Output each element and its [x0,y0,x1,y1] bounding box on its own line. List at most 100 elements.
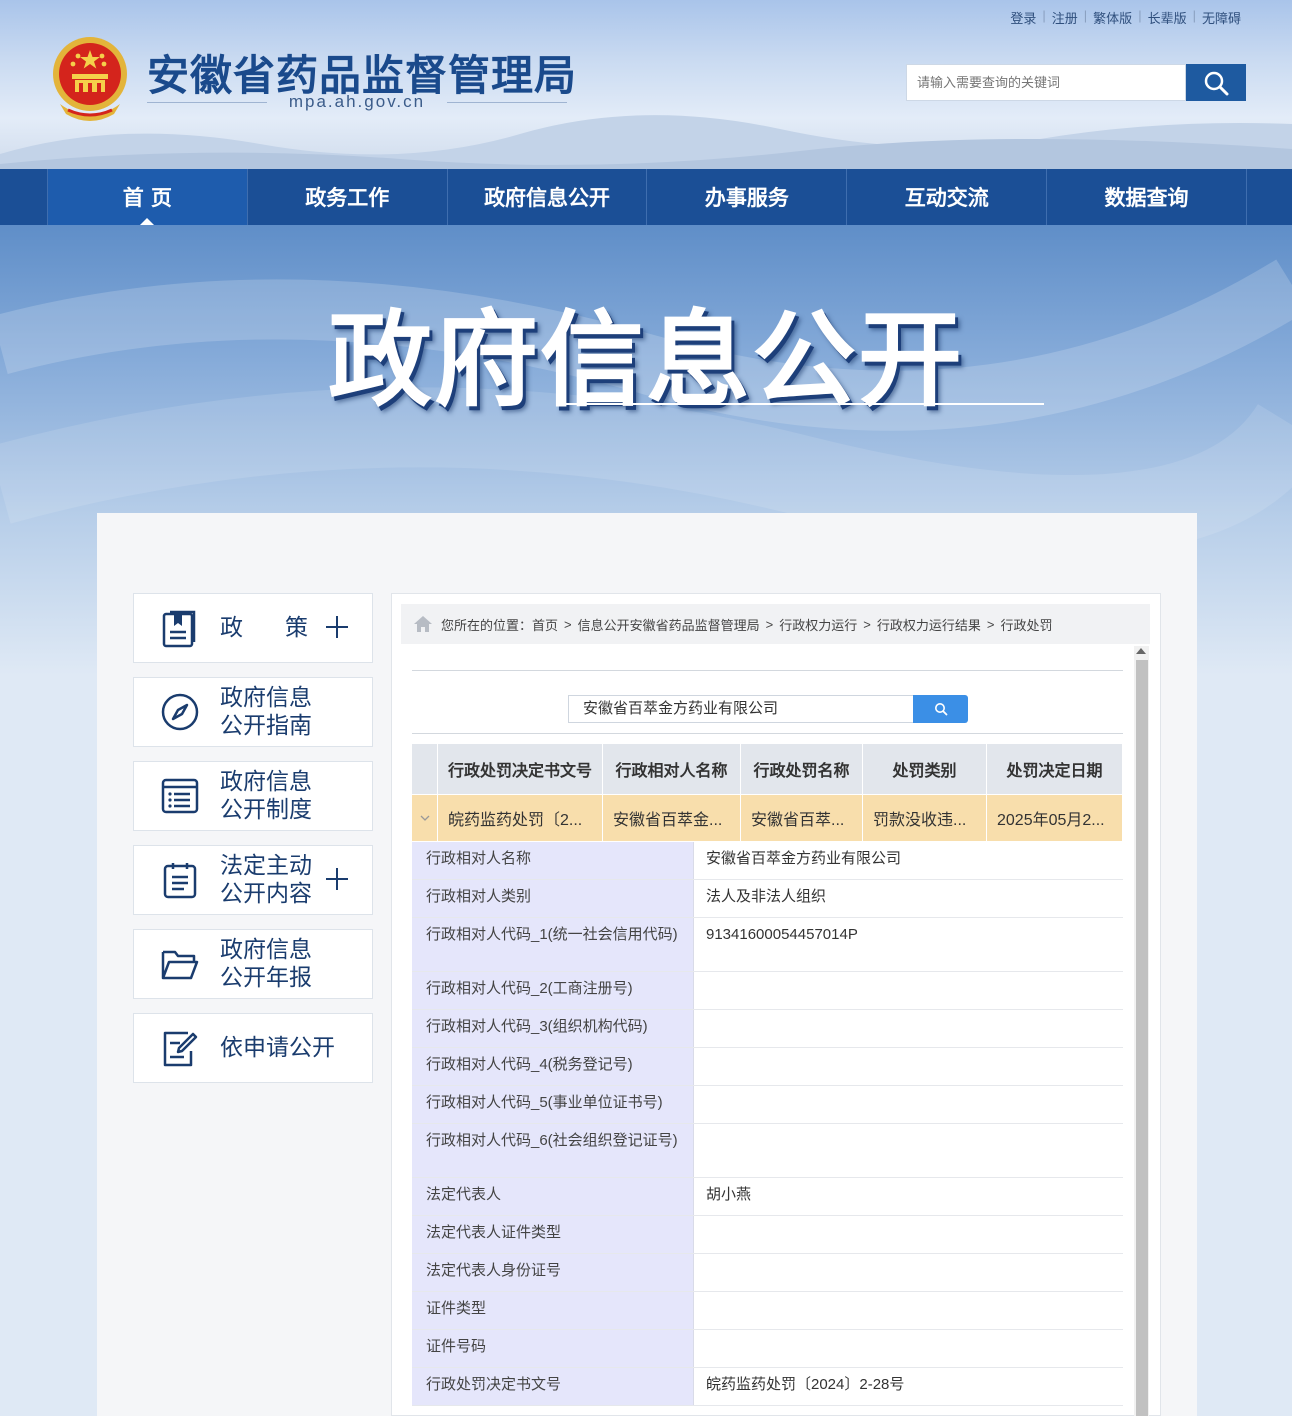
nav-home[interactable]: 首 页 [47,169,248,225]
table-header-cell[interactable]: 处罚决定日期 [987,744,1123,794]
breadcrumb-separator: > [986,616,995,632]
detail-row: 行政相对人代码_4(税务登记号) [412,1048,1123,1086]
table-header: 行政处罚决定书文号 行政相对人名称 行政处罚名称 处罚类别 处罚决定日期 [412,744,1123,794]
plus-icon[interactable] [326,866,352,892]
detail-row: 行政相对人名称 安徽省百萃金方药业有限公司 [412,842,1123,880]
breadcrumb-prefix: 您所在的位置： [441,617,533,633]
table-cell: 皖药监药处罚〔2... [438,795,603,841]
table-cell: 2025年05月2... [987,795,1123,841]
detail-row: 行政相对人代码_1(统一社会信用代码) 91341600054457014P [412,918,1123,972]
detail-row: 法定代表人身份证号 [412,1254,1123,1292]
banner-underline [556,403,1044,405]
detail-key: 证件类型 [412,1292,694,1329]
table-cell: 罚款没收违... [863,795,987,841]
register-link[interactable]: 注册 [1046,8,1084,27]
detail-value [694,972,1123,1009]
detail-row: 行政相对人代码_5(事业单位证书号) [412,1086,1123,1124]
detail-key: 行政相对人代码_4(税务登记号) [412,1048,694,1085]
breadcrumb-home[interactable]: 首页 [532,615,558,634]
search-icon [934,703,947,716]
detail-row: 证件类型 [412,1292,1123,1330]
detail-value [694,1010,1123,1047]
scrollbar-thumb[interactable] [1136,660,1148,1416]
accessibility-link[interactable]: 无障碍 [1196,8,1247,27]
breadcrumb-disclosure[interactable]: 信息公开安徽省药品监督管理局 [578,615,760,634]
sidebar-item-label: 政府信息公开制度 [220,769,312,823]
list-icon [160,776,200,816]
detail-value [694,1086,1123,1123]
breadcrumb-separator: > [765,616,774,632]
penalty-detail-table: 行政相对人名称 安徽省百萃金方药业有限公司 行政相对人类别 法人及非法人组织 行政相… [412,842,1123,1406]
national-emblem-icon[interactable] [48,34,132,122]
nav-government-affairs[interactable]: 政务工作 [248,169,448,225]
login-link[interactable]: 登录 [1004,8,1042,27]
penalty-search-input[interactable]: 安徽省百萃金方药业有限公司 [568,695,914,723]
detail-key: 行政相对人代码_1(统一社会信用代码) [412,918,694,971]
sidebar-item-statutory-content[interactable]: 法定主动公开内容 [133,845,373,915]
breadcrumb: 您所在的位置： 首页 > 信息公开安徽省药品监督管理局 > 行政权力运行 > 行… [401,604,1150,644]
main-nav: 首 页 政务工作 政府信息公开 办事服务 互动交流 数据查询 [0,169,1292,225]
detail-key: 行政相对人代码_5(事业单位证书号) [412,1086,694,1123]
detail-value: 法人及非法人组织 [694,880,1123,917]
divider [412,733,1123,734]
sidebar-item-label: 政府信息公开指南 [220,685,312,739]
detail-key: 行政相对人名称 [412,842,694,879]
detail-row: 行政处罚决定书文号 皖药监药处罚〔2024〕2-28号 [412,1368,1123,1406]
breadcrumb-power-result[interactable]: 行政权力运行结果 [877,615,981,634]
detail-key: 行政相对人类别 [412,880,694,917]
table-header-cell[interactable]: 处罚类别 [863,744,987,794]
divider [412,670,1123,671]
detail-row: 法定代表人 胡小燕 [412,1178,1123,1216]
folder-icon [160,944,200,984]
breadcrumb-power-operation[interactable]: 行政权力运行 [779,615,857,634]
sidebar-item-system[interactable]: 政府信息公开制度 [133,761,373,831]
breadcrumb-penalty[interactable]: 行政处罚 [1000,615,1052,634]
nav-data-query[interactable]: 数据查询 [1047,169,1247,225]
sidebar-item-annual-report[interactable]: 政府信息公开年报 [133,929,373,999]
sidebar-item-on-request[interactable]: 依申请公开 [133,1013,373,1083]
detail-row: 法定代表人证件类型 [412,1216,1123,1254]
search-icon [1204,71,1229,95]
detail-value: 91341600054457014P [694,918,1123,971]
detail-value [694,1254,1123,1291]
chevron-down-icon[interactable] [412,795,438,841]
nav-information-disclosure[interactable]: 政府信息公开 [448,169,648,225]
table-row[interactable]: 皖药监药处罚〔2... 安徽省百萃金... 安徽省百萃... 罚款没收违... … [412,795,1123,841]
detail-row: 行政相对人代码_6(社会组织登记证号) [412,1124,1123,1178]
home-icon [414,616,432,632]
top-links: 登录 | 注册 | 繁体版 | 长辈版 | 无障碍 [1004,8,1247,27]
scroll-up-arrow-icon[interactable] [1136,648,1146,654]
site-header: 登录 | 注册 | 繁体版 | 长辈版 | 无障碍 安徽省药品监督管理局 mpa.ah.… [0,0,1292,169]
detail-key: 法定代表人 [412,1178,694,1215]
detail-row: 行政相对人类别 法人及非法人组织 [412,880,1123,918]
nav-interaction[interactable]: 互动交流 [847,169,1048,225]
site-search-input[interactable] [906,64,1187,101]
nav-services[interactable]: 办事服务 [647,169,848,225]
detail-value: 皖药监药处罚〔2024〕2-28号 [694,1368,1123,1405]
site-search [906,64,1246,101]
compass-icon [160,692,200,732]
edit-icon [160,1028,200,1068]
table-header-cell[interactable]: 行政相对人名称 [603,744,741,794]
detail-key: 行政相对人代码_6(社会组织登记证号) [412,1124,694,1177]
breadcrumb-separator: > [564,616,572,632]
site-search-button[interactable] [1186,64,1246,101]
detail-row: 行政相对人代码_2(工商注册号) [412,972,1123,1010]
penalty-search-button[interactable] [913,695,968,723]
sidebar-item-label: 政府信息公开年报 [220,937,312,991]
table-header-cell[interactable]: 行政处罚决定书文号 [438,744,603,794]
table-header-cell[interactable]: 行政处罚名称 [741,744,863,794]
detail-key: 法定代表人身份证号 [412,1254,694,1291]
detail-value: 胡小燕 [694,1178,1123,1215]
elder-mode-link[interactable]: 长辈版 [1142,8,1193,27]
sidebar-item-guide[interactable]: 政府信息公开指南 [133,677,373,747]
table-cell: 安徽省百萃... [741,795,863,841]
plus-icon[interactable] [326,614,352,640]
detail-value [694,1124,1123,1177]
table-cell: 安徽省百萃金... [603,795,741,841]
clipboard-icon [160,860,200,900]
detail-row: 行政相对人代码_3(组织机构代码) [412,1010,1123,1048]
traditional-chinese-link[interactable]: 繁体版 [1087,8,1138,27]
sidebar-item-label: 依申请公开 [220,1035,335,1061]
sidebar-item-policy[interactable]: 政策 [133,593,373,663]
